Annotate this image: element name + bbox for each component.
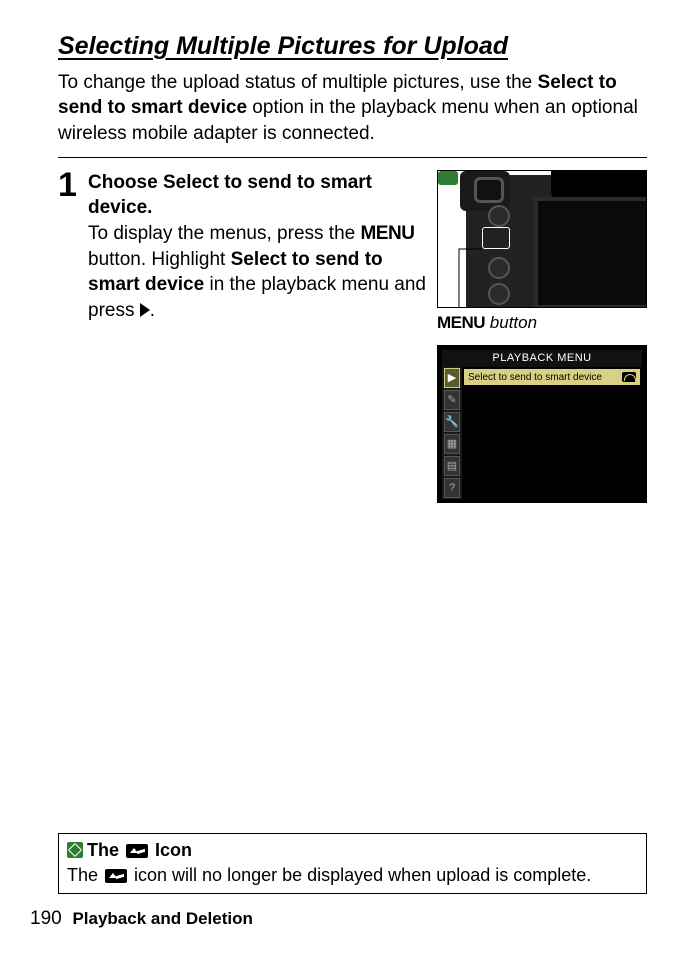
screen-title: PLAYBACK MENU — [442, 350, 642, 368]
step-body-end: . — [150, 300, 155, 321]
menu-selected-label: Select to send to smart device — [468, 371, 602, 385]
right-arrow-icon — [140, 300, 150, 321]
intro-pre: To change the upload status of multiple … — [58, 72, 538, 93]
sidebar-icon: ✎ — [444, 390, 460, 410]
step-1: 1 Choose Select to send to smart device.… — [58, 170, 647, 503]
figure-caption: MENU button — [437, 312, 647, 335]
section-heading: Selecting Multiple Pictures for Upload — [58, 30, 647, 64]
sidebar-icon: 🔧 — [444, 412, 460, 432]
sidebar-icon: ▤ — [444, 456, 460, 476]
upload-icon — [126, 844, 148, 858]
caption-rest: button — [485, 313, 537, 332]
camera-menu-button-icon — [438, 171, 458, 185]
menu-selected-row: Select to send to smart device — [464, 369, 640, 385]
intro-paragraph: To change the upload status of multiple … — [58, 70, 647, 147]
note-body-pre: The — [67, 865, 103, 885]
camera-illustration — [437, 170, 647, 308]
step-lead-pre: Choose — [88, 172, 163, 193]
note-title: The Icon — [67, 838, 638, 862]
divider — [58, 157, 647, 158]
note-badge-icon — [67, 842, 83, 858]
step-body-pre: To display the menus, press the — [88, 223, 360, 244]
note-box: The Icon The icon will no longer be disp… — [58, 833, 647, 894]
menu-screenshot: PLAYBACK MENU ▶ ✎ 🔧 ▦ ▤ ? Select to send… — [437, 345, 647, 503]
menu-label: MENU — [360, 223, 414, 244]
page-number: 190 — [30, 908, 62, 929]
note-body-post: icon will no longer be displayed when up… — [129, 865, 591, 885]
page-footer: 190 Playback and Deletion — [30, 906, 253, 932]
note-title-post: Icon — [150, 840, 192, 860]
sidebar-help-icon: ? — [444, 478, 460, 498]
step-body-mid: button. Highlight — [88, 249, 231, 270]
sidebar-playback-icon: ▶ — [444, 368, 460, 388]
upload-icon — [622, 372, 636, 382]
upload-icon — [105, 869, 127, 883]
step-lead-post: . — [147, 197, 152, 218]
screen-sidebar: ▶ ✎ 🔧 ▦ ▤ ? — [442, 367, 462, 499]
section-name: Playback and Deletion — [72, 909, 252, 928]
note-body: The icon will no longer be displayed whe… — [67, 863, 638, 887]
caption-menu-label: MENU — [437, 313, 485, 332]
step-text: Choose Select to send to smart device. T… — [88, 170, 427, 503]
step-number: 1 — [58, 168, 88, 503]
note-title-pre: The — [87, 840, 124, 860]
sidebar-icon: ▦ — [444, 434, 460, 454]
